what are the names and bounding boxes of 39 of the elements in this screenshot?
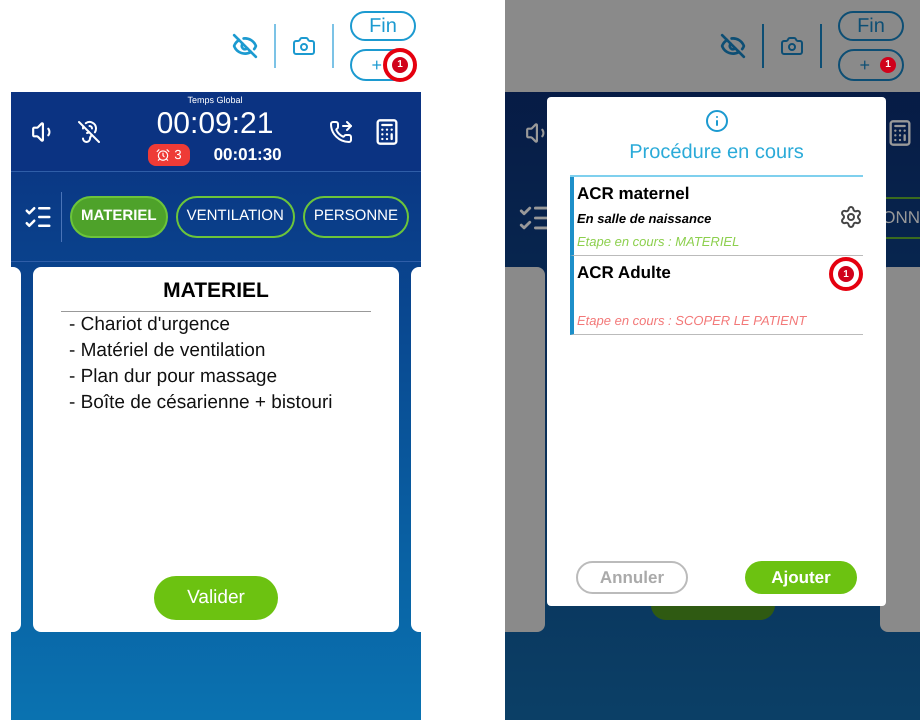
- end-button[interactable]: Fin: [350, 11, 416, 41]
- eye-off-icon[interactable]: [720, 33, 746, 59]
- count-badge: 1: [838, 266, 854, 282]
- plus-label: +: [371, 54, 382, 77]
- procedure-item[interactable]: ACR Adulte Etape en cours : SCOPER LE PATIENT 1: [570, 256, 863, 335]
- procedure-item[interactable]: ACR maternel En salle de naissance Etape en cours : MATERIEL: [570, 177, 863, 256]
- alarm-badge[interactable]: 3: [148, 144, 190, 166]
- procedure-location: En salle de naissance: [577, 210, 712, 228]
- count-badge: 1: [392, 57, 408, 73]
- caption: Temps Global: [187, 96, 243, 104]
- dialog-title: Procédure en cours: [629, 140, 804, 165]
- list-item: - Chariot d'urgence: [68, 312, 231, 336]
- cancel-button[interactable]: Annuler: [576, 561, 688, 594]
- list-item: - Matériel de ventilation: [68, 338, 266, 362]
- tab[interactable]: PERSONNE: [302, 196, 409, 238]
- add-button[interactable]: Ajouter: [745, 561, 857, 594]
- current-step: Etape en cours : SCOPER LE PATIENT: [577, 310, 806, 330]
- step-time: 00:01:30: [214, 144, 282, 166]
- camera-icon[interactable]: [292, 34, 316, 58]
- current-step: Etape en cours : MATERIEL: [577, 232, 740, 251]
- plus-label: +: [859, 54, 870, 77]
- add-button[interactable]: + 1: [838, 49, 904, 81]
- end-button[interactable]: Fin: [838, 11, 904, 41]
- camera-icon[interactable]: [780, 34, 804, 58]
- ear-off-icon[interactable]: [77, 120, 101, 144]
- procedure-name: ACR maternel: [577, 183, 690, 205]
- phone-icon[interactable]: [329, 120, 353, 144]
- tab[interactable]: MATERIEL: [70, 196, 168, 238]
- global-time: 00:09:21: [156, 106, 274, 142]
- list-item: - Plan dur pour massage: [68, 364, 278, 388]
- validate-button[interactable]: Valider: [154, 576, 278, 620]
- settings-icon[interactable]: [839, 205, 863, 229]
- procedure-name: ACR Adulte: [577, 262, 671, 284]
- tab[interactable]: VENTILATION: [176, 196, 295, 238]
- card-title: MATERIEL: [61, 275, 371, 312]
- count-badge: 1: [880, 57, 896, 73]
- info-icon: [704, 109, 728, 133]
- eye-off-icon[interactable]: [232, 33, 258, 59]
- list-item: - Boîte de césarienne + bistouri: [68, 390, 334, 414]
